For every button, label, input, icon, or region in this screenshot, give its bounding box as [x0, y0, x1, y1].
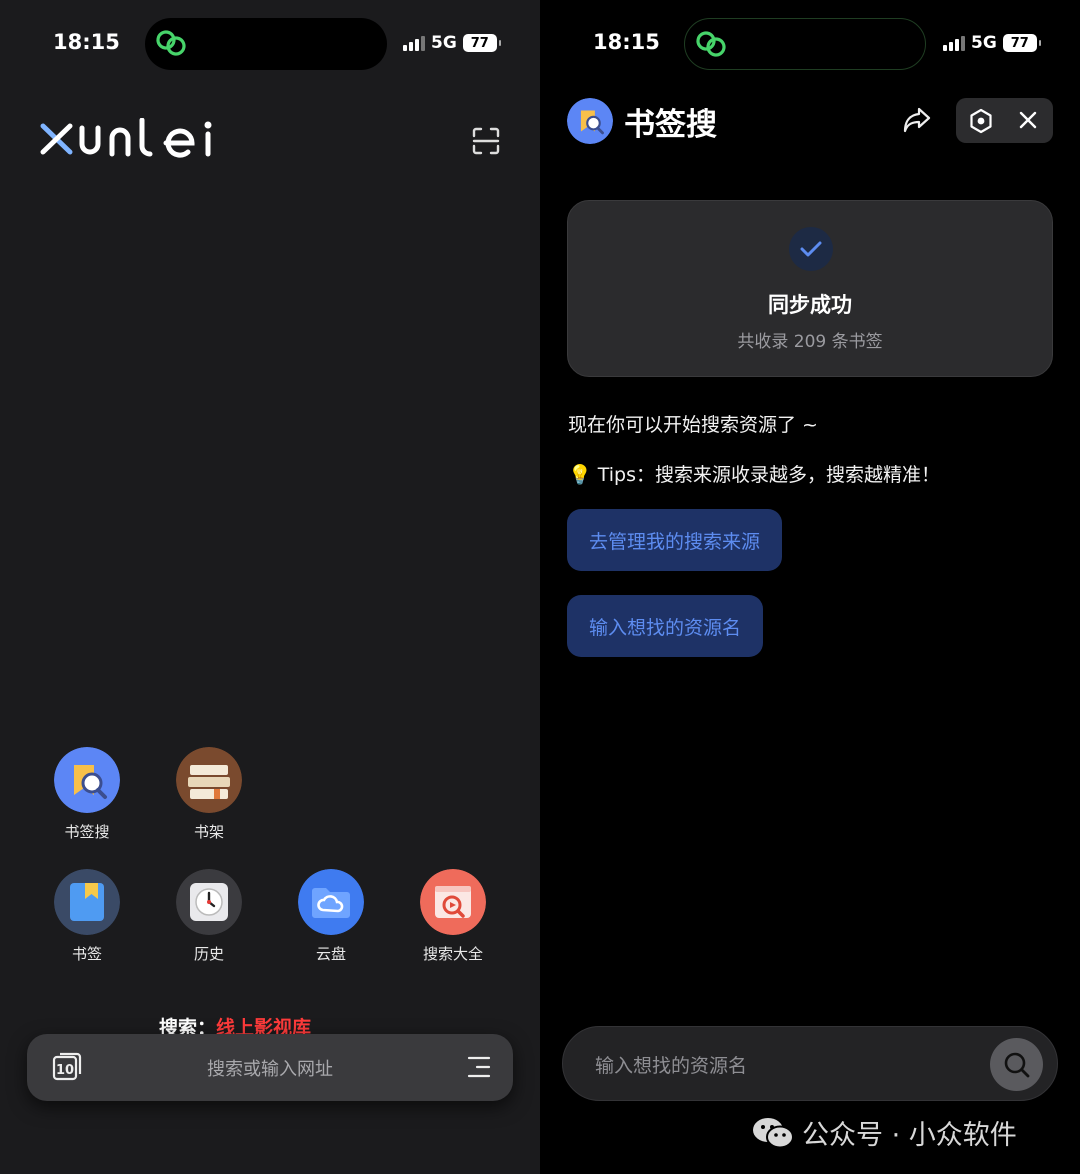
sync-title: 同步成功: [768, 293, 852, 317]
xunlei-home-screen: 18:15 5G 77 xunlei: [0, 0, 540, 1174]
status-time: 18:15: [593, 30, 660, 54]
battery-icon: 77: [462, 34, 501, 52]
manage-sources-button[interactable]: 去管理我的搜索来源: [567, 509, 783, 571]
link-icon: [156, 30, 186, 56]
app-label: 云盘: [315, 945, 346, 963]
network-type: 5G: [971, 33, 997, 53]
status-time: 18:15: [53, 30, 120, 54]
ready-message: 现在你可以开始搜索资源了 ~: [568, 414, 818, 436]
close-icon[interactable]: [1018, 110, 1038, 130]
tab-count: 10: [56, 1063, 74, 1078]
lightbulb-icon: 💡: [568, 464, 592, 486]
search-icon: [1004, 1052, 1029, 1077]
link-icon: [696, 31, 726, 57]
signal-icon: [943, 35, 965, 51]
app-bookmark-search[interactable]: 书签搜: [32, 747, 142, 842]
app-search-all[interactable]: 搜索大全: [398, 869, 508, 964]
input-placeholder[interactable]: 输入想找的资源名: [595, 1051, 747, 1078]
dynamic-island: [145, 18, 387, 70]
cloud-drive-icon: [298, 869, 364, 935]
address-placeholder[interactable]: 搜索或输入网址: [27, 1055, 513, 1081]
watermark-text: 公众号 · 小众软件: [802, 1120, 1017, 1151]
battery-icon: 77: [1002, 34, 1041, 52]
xunlei-logo: xunlei: [40, 118, 212, 158]
bookmark-search-icon: [54, 747, 120, 813]
app-history[interactable]: 历史: [154, 869, 264, 964]
search-all-icon: [420, 869, 486, 935]
network-type: 5G: [431, 33, 457, 53]
app-label: 历史: [193, 945, 224, 963]
bookmark-icon: [54, 869, 120, 935]
app-bookshelf[interactable]: 书架: [154, 747, 264, 842]
enter-resource-button[interactable]: 输入想找的资源名: [567, 595, 764, 657]
app-label: 书架: [193, 823, 224, 841]
tips-text: Tips：搜索来源收录越多，搜索越精准！: [597, 464, 940, 486]
dynamic-island: [684, 18, 926, 70]
watermark: 公众号 · 小众软件: [752, 1113, 1017, 1152]
menu-icon[interactable]: [467, 1056, 491, 1078]
sync-success-card: 同步成功 共收录 209 条书签: [567, 200, 1053, 377]
tips-message: 💡 Tips：搜索来源收录越多，搜索越精准！: [568, 460, 940, 487]
check-icon: [789, 227, 833, 271]
search-button[interactable]: [990, 1038, 1043, 1091]
resource-search-input[interactable]: 输入想找的资源名: [562, 1026, 1058, 1101]
bookmark-search-icon: [567, 98, 613, 144]
sync-subtitle: 共收录 209 条书签: [737, 332, 883, 352]
history-clock-icon: [176, 869, 242, 935]
app-label: 搜索大全: [422, 945, 483, 963]
tabs-icon[interactable]: 10: [51, 1052, 83, 1084]
share-icon[interactable]: [902, 106, 932, 134]
app-label: 书签: [71, 945, 102, 963]
page-title: 书签搜: [624, 107, 717, 143]
app-cloud-drive[interactable]: 云盘: [276, 869, 386, 964]
bookmark-search-screen: 18:15 5G 77 书签搜 同步成功 共收录 209 条书签 现在你可以开始…: [540, 0, 1080, 1174]
battery-level: 77: [470, 35, 489, 51]
more-options-icon[interactable]: [968, 108, 994, 134]
app-bookmark[interactable]: 书签: [32, 869, 142, 964]
address-bar[interactable]: 10 搜索或输入网址: [27, 1034, 513, 1101]
app-label: 书签搜: [64, 823, 110, 841]
miniapp-capsule: [956, 98, 1053, 143]
scan-icon[interactable]: [472, 127, 500, 155]
bookshelf-icon: [176, 747, 242, 813]
wechat-icon: [753, 1117, 794, 1148]
status-icons: 5G 77: [943, 32, 1041, 54]
battery-level: 77: [1010, 35, 1029, 51]
signal-icon: [403, 35, 425, 51]
status-icons: 5G 77: [403, 32, 501, 54]
